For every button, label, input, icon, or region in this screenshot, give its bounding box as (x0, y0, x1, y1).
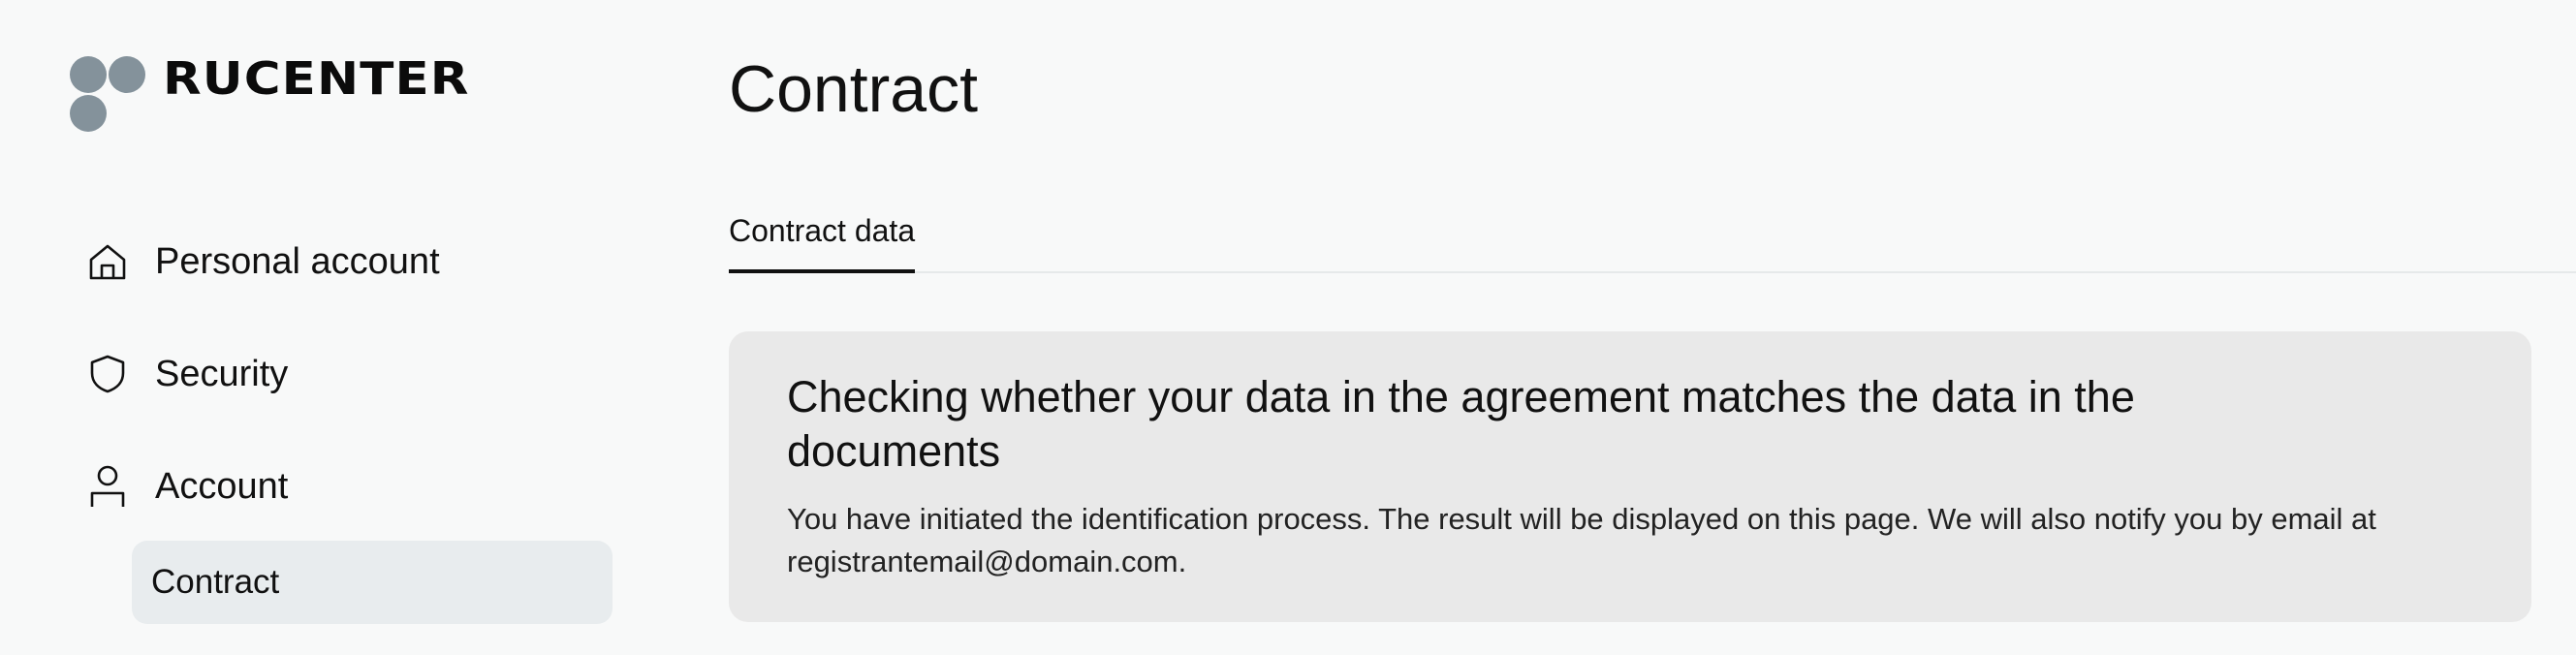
logo-text: RUCENTER (163, 52, 470, 105)
sidebar-item-account[interactable]: Account (87, 455, 630, 517)
logo-mark-icon (70, 56, 147, 134)
tab-contract-data[interactable]: Contract data (729, 202, 916, 273)
sidebar-item-label: Security (155, 354, 289, 394)
sidebar-subitem-contract[interactable]: Contract (132, 541, 613, 624)
sidebar-item-personal-account[interactable]: Personal account (87, 231, 630, 293)
home-icon (87, 236, 138, 287)
shield-icon (87, 349, 138, 399)
logo-dot (70, 56, 107, 93)
page: RUCENTER Personal account Security Accou… (0, 0, 2576, 655)
identification-notice: Checking whether your data in the agreem… (729, 331, 2531, 622)
sidebar-item-label: Personal account (155, 241, 440, 282)
user-icon (87, 461, 138, 512)
logo[interactable]: RUCENTER (70, 56, 468, 136)
tab-bar: Contract data (729, 202, 2576, 273)
logo-dot (109, 56, 145, 93)
sidebar-item-security[interactable]: Security (87, 343, 630, 405)
page-title: Contract (729, 52, 978, 126)
logo-dot (70, 95, 107, 132)
sidebar-subitem-label: Contract (151, 563, 280, 601)
notice-text: You have initiated the identification pr… (787, 502, 2376, 578)
sidebar-nav: Personal account Security Account (87, 231, 630, 568)
sidebar-item-label: Account (155, 466, 289, 507)
notice-title: Checking whether your data in the agreem… (787, 372, 2135, 476)
